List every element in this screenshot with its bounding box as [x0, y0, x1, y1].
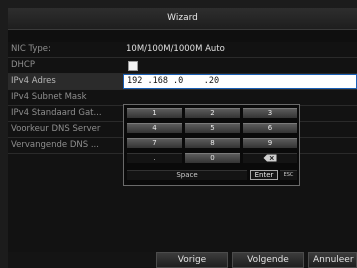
header-spacer [8, 30, 357, 42]
next-button[interactable]: Volgende [232, 252, 304, 268]
key-1[interactable]: 1 [127, 108, 182, 118]
space-key[interactable]: Space [127, 170, 247, 180]
key-8[interactable]: 8 [185, 138, 240, 148]
nic-type-row: NIC Type: 10M/100M/1000M Auto [8, 42, 357, 58]
enter-key[interactable]: Enter [250, 170, 278, 180]
ipv4-address-row: IPv4 Adres 192 .168 .0 .20 [8, 74, 357, 90]
backspace-key[interactable] [243, 153, 297, 163]
dhcp-checkbox[interactable] [128, 61, 138, 71]
ipv4-gateway-label: IPv4 Standaard Gat... [11, 108, 102, 118]
key-3[interactable]: 3 [243, 108, 297, 118]
numeric-keypad: 1 2 3 4 5 6 7 8 9 . 0 Space Enter ESC [123, 104, 300, 186]
ipv4-subnet-mask-label: IPv4 Subnet Mask [11, 92, 87, 102]
backspace-icon [263, 154, 277, 162]
cancel-button[interactable]: Annuleer [308, 252, 357, 268]
nic-type-value[interactable]: 10M/100M/1000M Auto [126, 42, 357, 57]
key-5[interactable]: 5 [185, 123, 240, 133]
key-7[interactable]: 7 [127, 138, 182, 148]
ipv4-address-label: IPv4 Adres [11, 76, 56, 86]
esc-key[interactable]: ESC [280, 170, 297, 180]
key-9[interactable]: 9 [243, 138, 297, 148]
key-2[interactable]: 2 [185, 108, 240, 118]
alternate-dns-label: Vervangende DNS ... [11, 140, 99, 150]
dhcp-row: DHCP [8, 58, 357, 74]
nic-type-label: NIC Type: [11, 44, 51, 54]
key-dot[interactable]: . [127, 153, 182, 163]
preferred-dns-label: Voorkeur DNS Server [11, 124, 101, 134]
key-0[interactable]: 0 [185, 153, 240, 163]
ipv4-address-input[interactable]: 192 .168 .0 .20 [123, 74, 357, 89]
dhcp-label: DHCP [11, 60, 35, 70]
ipv4-address-value: 192 .168 .0 .20 [127, 76, 220, 86]
key-6[interactable]: 6 [243, 123, 297, 133]
wizard-window: Wizard NIC Type: 10M/100M/1000M Auto DHC… [8, 8, 357, 268]
key-4[interactable]: 4 [127, 123, 182, 133]
window-title: Wizard [8, 8, 357, 30]
previous-button[interactable]: Vorige [156, 252, 228, 268]
